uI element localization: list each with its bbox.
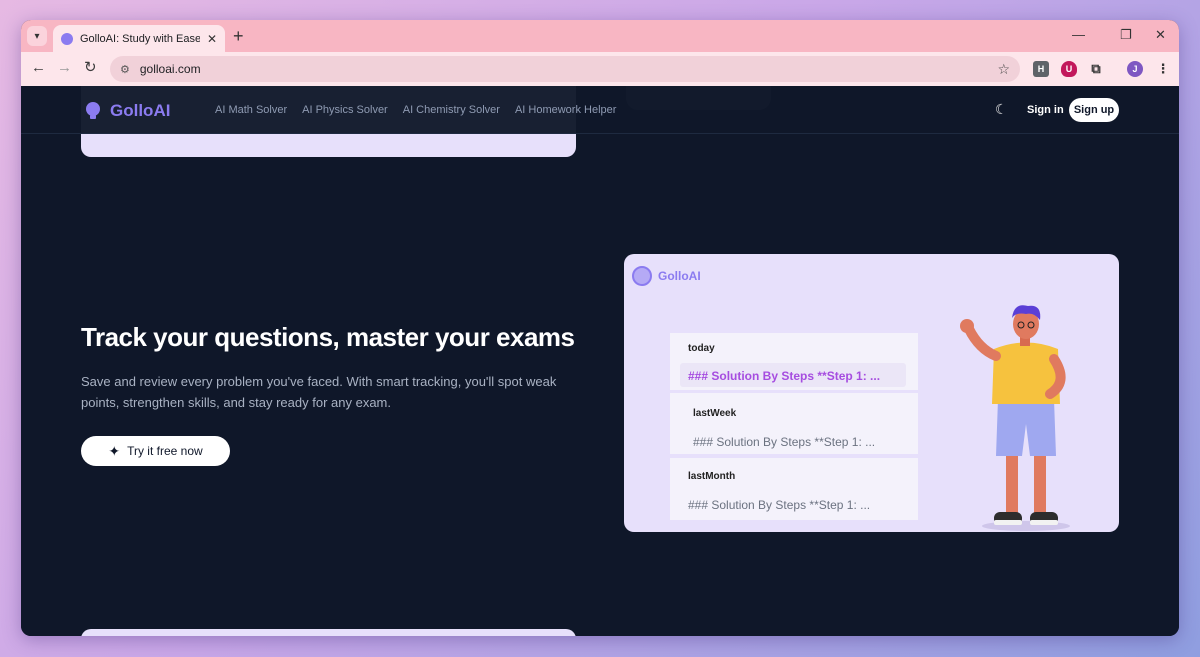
- back-icon[interactable]: ←: [31, 60, 46, 76]
- minimize-icon[interactable]: —: [1072, 27, 1085, 42]
- nav-homework-helper[interactable]: AI Homework Helper: [515, 104, 616, 116]
- page-content: GolloAI AI Math Solver AI Physics Solver…: [21, 86, 1179, 636]
- reload-icon[interactable]: ↻: [84, 60, 97, 76]
- nav-math-solver[interactable]: AI Math Solver: [215, 104, 287, 116]
- history-preview-card: GolloAI today ### Solution By Steps **St…: [624, 254, 1119, 532]
- lightbulb-icon: [86, 102, 100, 120]
- address-bar[interactable]: ⚙ golloai.com ☆: [110, 56, 1020, 82]
- history-group-today: today ### Solution By Steps **Step 1: ..…: [670, 333, 918, 390]
- dark-mode-moon-icon[interactable]: ☾: [995, 101, 1008, 118]
- try-free-button[interactable]: ✦ Try it free now: [81, 436, 230, 466]
- extension-h-icon[interactable]: H: [1033, 61, 1049, 77]
- history-entry[interactable]: ### Solution By Steps **Step 1: ...: [688, 498, 870, 512]
- nav-chemistry-solver[interactable]: AI Chemistry Solver: [403, 104, 500, 116]
- waving-character-illustration: [960, 305, 1070, 531]
- history-group-label: lastWeek: [693, 408, 737, 419]
- site-info-icon[interactable]: ⚙: [120, 63, 130, 76]
- history-entry[interactable]: ### Solution By Steps **Step 1: ...: [688, 369, 880, 383]
- puzzle-extensions-icon[interactable]: ⧉: [1088, 61, 1104, 77]
- new-tab-button[interactable]: +: [233, 27, 244, 45]
- profile-avatar[interactable]: J: [1127, 61, 1143, 77]
- logo-text: GolloAI: [110, 101, 171, 120]
- chevron-down-icon: ▾: [34, 30, 40, 42]
- history-group-last-month: lastMonth ### Solution By Steps **Step 1…: [670, 458, 918, 520]
- tab-close-button[interactable]: ✕: [207, 32, 217, 46]
- browser-toolbar: ← → ↻ ⚙ golloai.com ☆ H U ⧉ J ⋮: [21, 52, 1179, 86]
- sign-in-link[interactable]: Sign in: [1027, 104, 1064, 116]
- history-group-last-week: lastWeek ### Solution By Steps **Step 1:…: [670, 393, 918, 454]
- preview-logo: GolloAI: [632, 266, 701, 286]
- favicon-icon: [61, 32, 73, 45]
- next-feature-card: [81, 629, 576, 636]
- history-group-label: today: [688, 343, 715, 354]
- history-entry[interactable]: ### Solution By Steps **Step 1: ...: [693, 435, 875, 449]
- tab-title: GolloAI: Study with Ease. Go wit: [80, 32, 200, 45]
- nav-physics-solver[interactable]: AI Physics Solver: [302, 104, 388, 116]
- history-group-label: lastMonth: [688, 471, 736, 482]
- sparkle-icon: ✦: [108, 442, 121, 459]
- url-text: golloai.com: [139, 62, 201, 76]
- tab-strip: ▾ GolloAI: Study with Ease. Go wit ✕ + —…: [21, 20, 1179, 52]
- tab-search-button[interactable]: ▾: [27, 26, 47, 46]
- bookmark-star-icon[interactable]: ☆: [997, 61, 1010, 78]
- hero-description: Save and review every problem you've fac…: [81, 374, 557, 410]
- hero-title: Track your questions, master your exams: [81, 322, 575, 352]
- main-nav: AI Math Solver AI Physics Solver AI Chem…: [215, 104, 616, 116]
- browser-tab[interactable]: GolloAI: Study with Ease. Go wit ✕: [53, 25, 225, 52]
- lightbulb-icon: [632, 266, 652, 286]
- restore-icon[interactable]: ❐: [1120, 27, 1132, 43]
- shield-extension-icon[interactable]: U: [1061, 61, 1077, 77]
- try-free-label: Try it free now: [127, 444, 203, 458]
- site-header: GolloAI AI Math Solver AI Physics Solver…: [21, 86, 1179, 134]
- browser-window: ▾ GolloAI: Study with Ease. Go wit ✕ + —…: [21, 20, 1179, 636]
- close-window-icon[interactable]: ✕: [1155, 27, 1166, 43]
- forward-icon[interactable]: →: [57, 60, 72, 76]
- menu-kebab-icon[interactable]: ⋮: [1155, 61, 1171, 77]
- preview-logo-text: GolloAI: [658, 269, 701, 283]
- sign-up-button[interactable]: Sign up: [1069, 98, 1119, 122]
- site-logo[interactable]: GolloAI: [86, 101, 170, 121]
